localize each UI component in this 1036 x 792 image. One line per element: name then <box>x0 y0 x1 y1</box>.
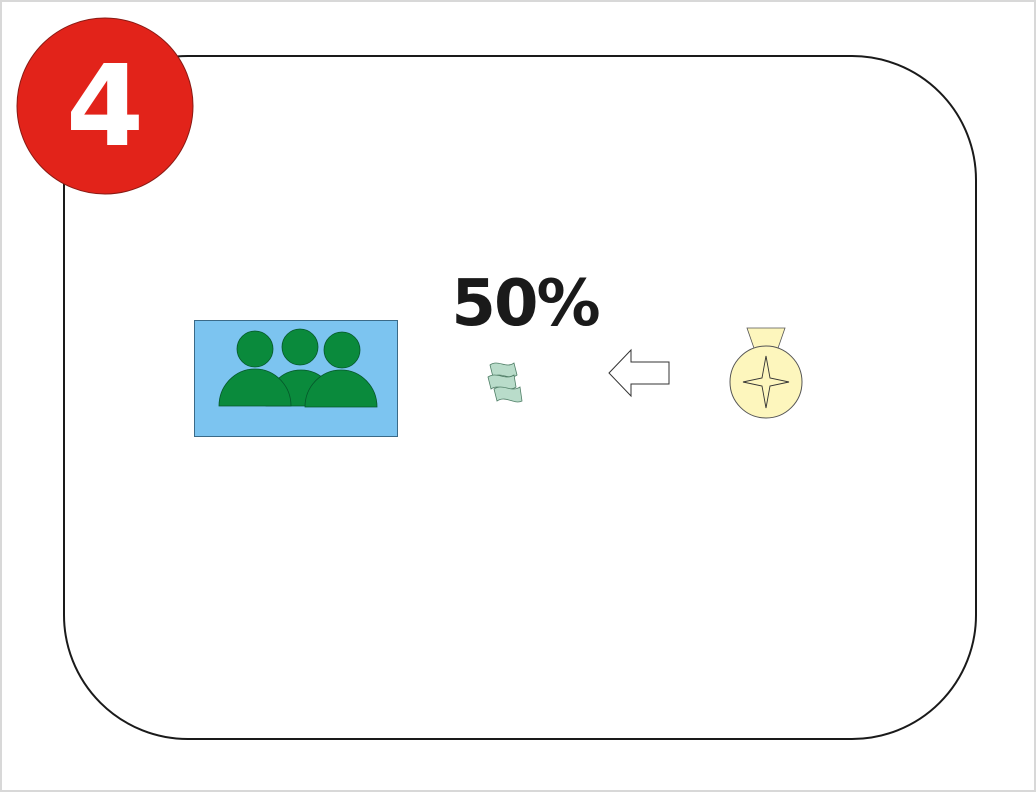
medal-icon <box>729 327 803 419</box>
arrow-left-icon <box>608 348 670 398</box>
money-icon <box>487 362 523 403</box>
people-group-icon <box>194 320 398 437</box>
step-number: 4 <box>66 42 144 172</box>
diagram-page: 4 50% <box>0 0 1036 792</box>
percentage-label: 50% <box>451 267 600 341</box>
step-badge: 4 <box>16 17 194 195</box>
